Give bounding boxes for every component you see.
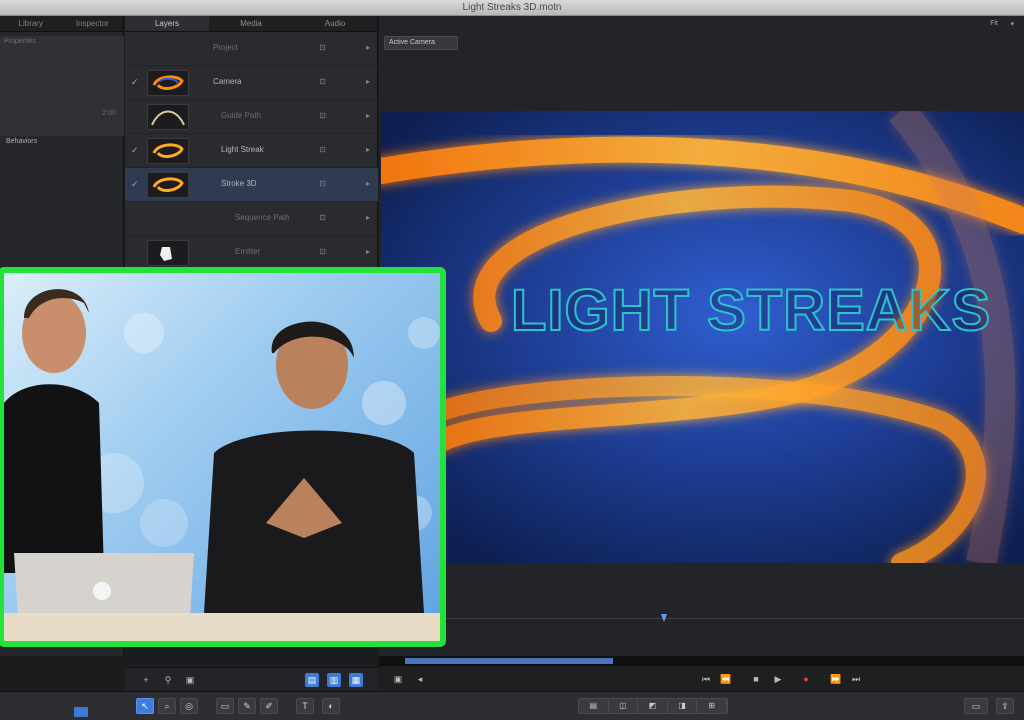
tab-audio[interactable]: Audio xyxy=(293,16,377,31)
layer-thumbnail xyxy=(147,172,189,198)
layer-row[interactable]: Emitter ⊡ ▸ xyxy=(125,236,378,270)
layer-lock-icon[interactable]: ⊡ xyxy=(319,213,326,222)
preview-label: Properties xyxy=(4,38,36,45)
layer-disclosure-icon[interactable]: ▸ xyxy=(366,111,370,120)
stop-icon[interactable]: ■ xyxy=(749,672,763,686)
hud-button-3[interactable]: ◩ xyxy=(638,699,668,713)
motion-app-window: Light Streaks 3D.motn Library Inspector … xyxy=(0,0,1024,720)
layer-lock-icon[interactable]: ⊡ xyxy=(319,145,326,154)
go-to-start-icon[interactable]: ⏮ xyxy=(699,672,713,686)
layer-name[interactable]: Emitter xyxy=(235,247,260,256)
title-bar: Light Streaks 3D.motn xyxy=(0,0,1024,16)
mask-tool-icon[interactable]: ◐ xyxy=(322,698,340,714)
layer-disclosure-icon[interactable]: ▸ xyxy=(366,43,370,52)
layer-name[interactable]: Stroke 3D xyxy=(221,179,257,188)
layer-thumbnail xyxy=(147,240,189,266)
layer-lock-icon[interactable]: ⊡ xyxy=(319,43,326,52)
layer-thumbnail xyxy=(147,70,189,96)
layer-row[interactable]: ✓ Stroke 3D ⊡ ▸ xyxy=(125,168,378,202)
layer-name[interactable]: Sequence Path xyxy=(235,213,290,222)
layer-name[interactable]: Project xyxy=(213,43,238,52)
layer-disclosure-icon[interactable]: ▸ xyxy=(366,213,370,222)
hud-controls: ▤ ◫ ◩ ◨ ⊞ xyxy=(578,698,728,714)
layer-lock-icon[interactable]: ⊡ xyxy=(319,247,326,256)
canvas-stage[interactable]: LIGHT STREAKS xyxy=(381,111,1024,563)
mark-in-icon[interactable]: ◂ xyxy=(413,672,427,686)
hud-button-2[interactable]: ◫ xyxy=(609,699,639,713)
window-title: Light Streaks 3D.motn xyxy=(462,2,562,13)
tab-library[interactable]: Library xyxy=(0,16,62,31)
transport-controls: ▣ ◂ ⏮ ⏪ ■ ▶ ● ⏩ ⏭ xyxy=(379,667,1024,691)
layer-name[interactable]: Guide Path xyxy=(221,111,261,120)
select-tool-icon[interactable]: ↖ xyxy=(136,698,154,714)
presenters-video-image xyxy=(4,289,440,641)
left-tabs: Library Inspector xyxy=(0,16,123,32)
hud-button-5[interactable]: ⊞ xyxy=(697,699,727,713)
tab-media[interactable]: Media xyxy=(209,16,293,31)
canvas-title-text[interactable]: LIGHT STREAKS xyxy=(510,277,991,344)
layer-lock-icon[interactable]: ⊡ xyxy=(319,111,326,120)
search-icon[interactable]: ⚲ xyxy=(161,673,175,687)
layers-panel: Layers Media Audio Project ⊡ ▸ ✓ Camera ⊡ ▸ Gui… xyxy=(125,16,378,304)
camera-tool-icon[interactable]: ◎ xyxy=(180,698,198,714)
timeline-line xyxy=(379,618,1024,619)
tab-inspector[interactable]: Inspector xyxy=(62,16,124,31)
hud-button-4[interactable]: ◨ xyxy=(668,699,698,713)
mini-timeline[interactable] xyxy=(379,656,1024,666)
layer-visibility-checkbox[interactable]: ✓ xyxy=(131,77,141,88)
layer-row[interactable]: ✓ Camera ⊡ ▸ xyxy=(125,66,378,100)
paint-tool-icon[interactable]: ✐ xyxy=(260,698,278,714)
preview-value: 2:00 xyxy=(102,110,116,117)
bottom-toolbar: ↖ ⌕ ◎ ▭ ✎ ✐ T ◐ ▤ ◫ ◩ ◨ ⊞ ▭ ⇪ xyxy=(0,691,1024,720)
layer-row[interactable]: Guide Path ⊡ ▸ xyxy=(125,100,378,134)
layer-lock-icon[interactable]: ⊡ xyxy=(319,77,326,86)
text-tool-icon[interactable]: T xyxy=(296,698,314,714)
layers-view-button[interactable]: ▤ xyxy=(305,673,319,687)
add-icon[interactable]: + xyxy=(139,673,153,687)
timeline-view-button[interactable]: ▥ xyxy=(327,673,341,687)
shape-tool-icon[interactable]: ▭ xyxy=(216,698,234,714)
layers-tabs: Layers Media Audio xyxy=(125,16,377,32)
options-icon[interactable]: ▣ xyxy=(183,673,197,687)
fullscreen-icon[interactable]: ▭ xyxy=(964,698,988,714)
record-icon[interactable]: ● xyxy=(799,672,813,686)
layer-row[interactable]: ✓ Light Streak ⊡ ▸ xyxy=(125,134,378,168)
canvas-toolbar: Active Camera Fit ▾ xyxy=(379,16,1024,50)
canvas-pane: Active Camera Fit ▾ LIGHT STREAKS xyxy=(379,16,1024,666)
layer-row[interactable]: Sequence Path ⊡ ▸ xyxy=(125,202,378,236)
panel-toggle-icon[interactable] xyxy=(74,707,88,717)
inspector-preview: Properties 2:00 xyxy=(0,36,124,136)
layer-disclosure-icon[interactable]: ▸ xyxy=(366,247,370,256)
layer-visibility-checkbox[interactable]: ✓ xyxy=(131,145,141,156)
behaviors-row[interactable]: Behaviors xyxy=(0,138,124,150)
play-icon[interactable]: ▶ xyxy=(771,672,785,686)
step-back-icon[interactable]: ⏪ xyxy=(719,672,733,686)
layer-row[interactable]: Project ⊡ ▸ xyxy=(125,32,378,66)
loop-icon[interactable]: ▣ xyxy=(391,672,405,686)
tab-layers[interactable]: Layers xyxy=(125,16,209,31)
camera-menu[interactable]: Active Camera xyxy=(384,36,458,50)
layer-name[interactable]: Light Streak xyxy=(221,145,264,154)
share-icon[interactable]: ⇪ xyxy=(996,698,1014,714)
view-menu-chevron-icon[interactable]: ▾ xyxy=(1010,20,1014,28)
layer-disclosure-icon[interactable]: ▸ xyxy=(366,77,370,86)
layer-disclosure-icon[interactable]: ▸ xyxy=(366,179,370,188)
layer-thumbnail xyxy=(147,138,189,164)
zoom-level[interactable]: Fit xyxy=(990,20,998,27)
timeline-ruler[interactable] xyxy=(379,614,1024,624)
layer-thumbnail xyxy=(147,104,189,130)
layer-disclosure-icon[interactable]: ▸ xyxy=(366,145,370,154)
pen-tool-icon[interactable]: ✎ xyxy=(238,698,256,714)
layer-lock-icon[interactable]: ⊡ xyxy=(319,179,326,188)
hud-button-1[interactable]: ▤ xyxy=(579,699,609,713)
step-forward-icon[interactable]: ⏩ xyxy=(829,672,843,686)
mini-timeline-range[interactable] xyxy=(405,658,613,664)
zoom-tool-icon[interactable]: ⌕ xyxy=(158,698,176,714)
layers-footer: + ⚲ ▣ ▤ ▥ ▦ xyxy=(125,667,378,691)
layer-visibility-checkbox[interactable]: ✓ xyxy=(131,179,141,190)
layer-name[interactable]: Camera xyxy=(213,77,241,86)
webcam-overlay xyxy=(0,267,446,647)
audio-view-button[interactable]: ▦ xyxy=(349,673,363,687)
go-to-end-icon[interactable]: ⏭ xyxy=(849,672,863,686)
